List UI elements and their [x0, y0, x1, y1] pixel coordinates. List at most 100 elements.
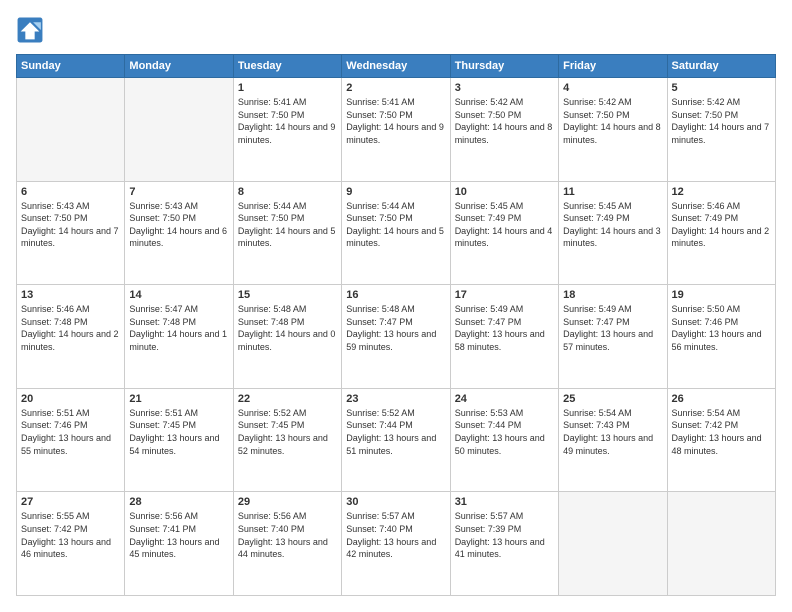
day-info: Sunrise: 5:49 AM Sunset: 7:47 PM Dayligh…: [563, 303, 662, 353]
day-info: Sunrise: 5:46 AM Sunset: 7:49 PM Dayligh…: [672, 200, 771, 250]
table-row: 25 Sunrise: 5:54 AM Sunset: 7:43 PM Dayli…: [559, 388, 667, 492]
table-row: 27 Sunrise: 5:55 AM Sunset: 7:42 PM Dayli…: [17, 492, 125, 596]
weekday-header: Tuesday: [233, 55, 341, 78]
table-row: 24 Sunrise: 5:53 AM Sunset: 7:44 PM Dayli…: [450, 388, 558, 492]
logo: [16, 16, 48, 44]
day-info: Sunrise: 5:41 AM Sunset: 7:50 PM Dayligh…: [346, 96, 445, 146]
calendar-week-row: 13 Sunrise: 5:46 AM Sunset: 7:48 PM Dayli…: [17, 285, 776, 389]
table-row: 20 Sunrise: 5:51 AM Sunset: 7:46 PM Dayli…: [17, 388, 125, 492]
day-info: Sunrise: 5:42 AM Sunset: 7:50 PM Dayligh…: [563, 96, 662, 146]
day-info: Sunrise: 5:51 AM Sunset: 7:45 PM Dayligh…: [129, 407, 228, 457]
table-row: 8 Sunrise: 5:44 AM Sunset: 7:50 PM Daylig…: [233, 181, 341, 285]
day-number: 25: [563, 393, 662, 405]
table-row: 1Sunrise: 5:41 AM Sunset: 7:50 PM Daylig…: [233, 78, 341, 182]
weekday-header: Friday: [559, 55, 667, 78]
table-row: 15 Sunrise: 5:48 AM Sunset: 7:48 PM Dayli…: [233, 285, 341, 389]
table-row: 17 Sunrise: 5:49 AM Sunset: 7:47 PM Dayli…: [450, 285, 558, 389]
day-info: Sunrise: 5:53 AM Sunset: 7:44 PM Dayligh…: [455, 407, 554, 457]
day-info: Sunrise: 5:46 AM Sunset: 7:48 PM Dayligh…: [21, 303, 120, 353]
table-row: 9Sunrise: 5:44 AM Sunset: 7:50 PM Daylig…: [342, 181, 450, 285]
day-info: Sunrise: 5:51 AM Sunset: 7:46 PM Dayligh…: [21, 407, 120, 457]
day-number: 28: [129, 496, 228, 508]
day-number: 1: [238, 82, 337, 94]
table-row: 16 Sunrise: 5:48 AM Sunset: 7:47 PM Dayli…: [342, 285, 450, 389]
table-row: [667, 492, 775, 596]
table-row: 31 Sunrise: 5:57 AM Sunset: 7:39 PM Dayli…: [450, 492, 558, 596]
calendar-head: SundayMondayTuesdayWednesdayThursdayFrid…: [17, 55, 776, 78]
day-number: 5: [672, 82, 771, 94]
table-row: 30 Sunrise: 5:57 AM Sunset: 7:40 PM Dayli…: [342, 492, 450, 596]
day-info: Sunrise: 5:52 AM Sunset: 7:44 PM Dayligh…: [346, 407, 445, 457]
day-info: Sunrise: 5:50 AM Sunset: 7:46 PM Dayligh…: [672, 303, 771, 353]
day-number: 12: [672, 186, 771, 198]
day-info: Sunrise: 5:49 AM Sunset: 7:47 PM Dayligh…: [455, 303, 554, 353]
day-number: 14: [129, 289, 228, 301]
day-number: 16: [346, 289, 445, 301]
day-number: 21: [129, 393, 228, 405]
day-number: 7: [129, 186, 228, 198]
table-row: 6 Sunrise: 5:43 AM Sunset: 7:50 PM Daylig…: [17, 181, 125, 285]
calendar-week-row: 27 Sunrise: 5:55 AM Sunset: 7:42 PM Dayli…: [17, 492, 776, 596]
day-number: 17: [455, 289, 554, 301]
header: [16, 16, 776, 44]
day-info: Sunrise: 5:55 AM Sunset: 7:42 PM Dayligh…: [21, 510, 120, 560]
table-row: 28 Sunrise: 5:56 AM Sunset: 7:41 PM Dayli…: [125, 492, 233, 596]
day-number: 30: [346, 496, 445, 508]
table-row: 4 Sunrise: 5:42 AM Sunset: 7:50 PM Daylig…: [559, 78, 667, 182]
day-number: 20: [21, 393, 120, 405]
table-row: 29Sunrise: 5:56 AM Sunset: 7:40 PM Dayli…: [233, 492, 341, 596]
day-number: 3: [455, 82, 554, 94]
table-row: 18 Sunrise: 5:49 AM Sunset: 7:47 PM Dayli…: [559, 285, 667, 389]
day-info: Sunrise: 5:56 AM Sunset: 7:40 PM Dayligh…: [238, 510, 337, 560]
day-info: Sunrise: 5:42 AM Sunset: 7:50 PM Dayligh…: [672, 96, 771, 146]
table-row: 13 Sunrise: 5:46 AM Sunset: 7:48 PM Dayli…: [17, 285, 125, 389]
day-number: 11: [563, 186, 662, 198]
table-row: 5 Sunrise: 5:42 AM Sunset: 7:50 PM Daylig…: [667, 78, 775, 182]
day-number: 31: [455, 496, 554, 508]
table-row: 10Sunrise: 5:45 AM Sunset: 7:49 PM Dayli…: [450, 181, 558, 285]
day-info: Sunrise: 5:47 AM Sunset: 7:48 PM Dayligh…: [129, 303, 228, 353]
day-info: Sunrise: 5:57 AM Sunset: 7:40 PM Dayligh…: [346, 510, 445, 560]
day-number: 24: [455, 393, 554, 405]
table-row: 22 Sunrise: 5:52 AM Sunset: 7:45 PM Dayli…: [233, 388, 341, 492]
day-number: 13: [21, 289, 120, 301]
table-row: [559, 492, 667, 596]
day-info: Sunrise: 5:57 AM Sunset: 7:39 PM Dayligh…: [455, 510, 554, 560]
day-number: 15: [238, 289, 337, 301]
table-row: 21 Sunrise: 5:51 AM Sunset: 7:45 PM Dayli…: [125, 388, 233, 492]
day-number: 22: [238, 393, 337, 405]
day-number: 6: [21, 186, 120, 198]
day-info: Sunrise: 5:52 AM Sunset: 7:45 PM Dayligh…: [238, 407, 337, 457]
table-row: 26Sunrise: 5:54 AM Sunset: 7:42 PM Dayli…: [667, 388, 775, 492]
day-info: Sunrise: 5:45 AM Sunset: 7:49 PM Dayligh…: [563, 200, 662, 250]
calendar-week-row: 1 Sunrise: 5:41 AM Sunset: 7:50 PM Daylig…: [17, 78, 776, 182]
day-info: Sunrise: 5:45 AM Sunset: 7:49 PM Dayligh…: [455, 200, 554, 250]
day-info: Sunrise: 5:42 AM Sunset: 7:50 PM Dayligh…: [455, 96, 554, 146]
day-info: Sunrise: 5:56 AM Sunset: 7:41 PM Dayligh…: [129, 510, 228, 560]
day-info: Sunrise: 5:48 AM Sunset: 7:47 PM Dayligh…: [346, 303, 445, 353]
day-number: 8: [238, 186, 337, 198]
day-info: Sunrise: 5:43 AM Sunset: 7:50 PM Dayligh…: [21, 200, 120, 250]
weekday-header: Wednesday: [342, 55, 450, 78]
day-number: 23: [346, 393, 445, 405]
day-info: Sunrise: 5:54 AM Sunset: 7:43 PM Dayligh…: [563, 407, 662, 457]
calendar-body: 1 Sunrise: 5:41 AM Sunset: 7:50 PM Daylig…: [17, 78, 776, 596]
table-row: [125, 78, 233, 182]
table-row: 14 Sunrise: 5:47 AM Sunset: 7:48 PM Dayli…: [125, 285, 233, 389]
day-number: 4: [563, 82, 662, 94]
weekday-header: Saturday: [667, 55, 775, 78]
table-row: 19 Sunrise: 5:50 AM Sunset: 7:46 PM Dayli…: [667, 285, 775, 389]
day-info: Sunrise: 5:48 AM Sunset: 7:48 PM Dayligh…: [238, 303, 337, 353]
page: SundayMondayTuesdayWednesdayThursdayFrid…: [0, 0, 792, 612]
table-row: [17, 78, 125, 182]
day-number: 19: [672, 289, 771, 301]
day-info: Sunrise: 5:44 AM Sunset: 7:50 PM Dayligh…: [346, 200, 445, 250]
day-number: 18: [563, 289, 662, 301]
weekday-header: Thursday: [450, 55, 558, 78]
table-row: 2Sunrise: 5:41 AM Sunset: 7:50 PM Daylig…: [342, 78, 450, 182]
weekday-header: Monday: [125, 55, 233, 78]
day-number: 27: [21, 496, 120, 508]
day-info: Sunrise: 5:44 AM Sunset: 7:50 PM Dayligh…: [238, 200, 337, 250]
calendar-week-row: 6 Sunrise: 5:43 AM Sunset: 7:50 PM Daylig…: [17, 181, 776, 285]
day-info: Sunrise: 5:43 AM Sunset: 7:50 PM Dayligh…: [129, 200, 228, 250]
